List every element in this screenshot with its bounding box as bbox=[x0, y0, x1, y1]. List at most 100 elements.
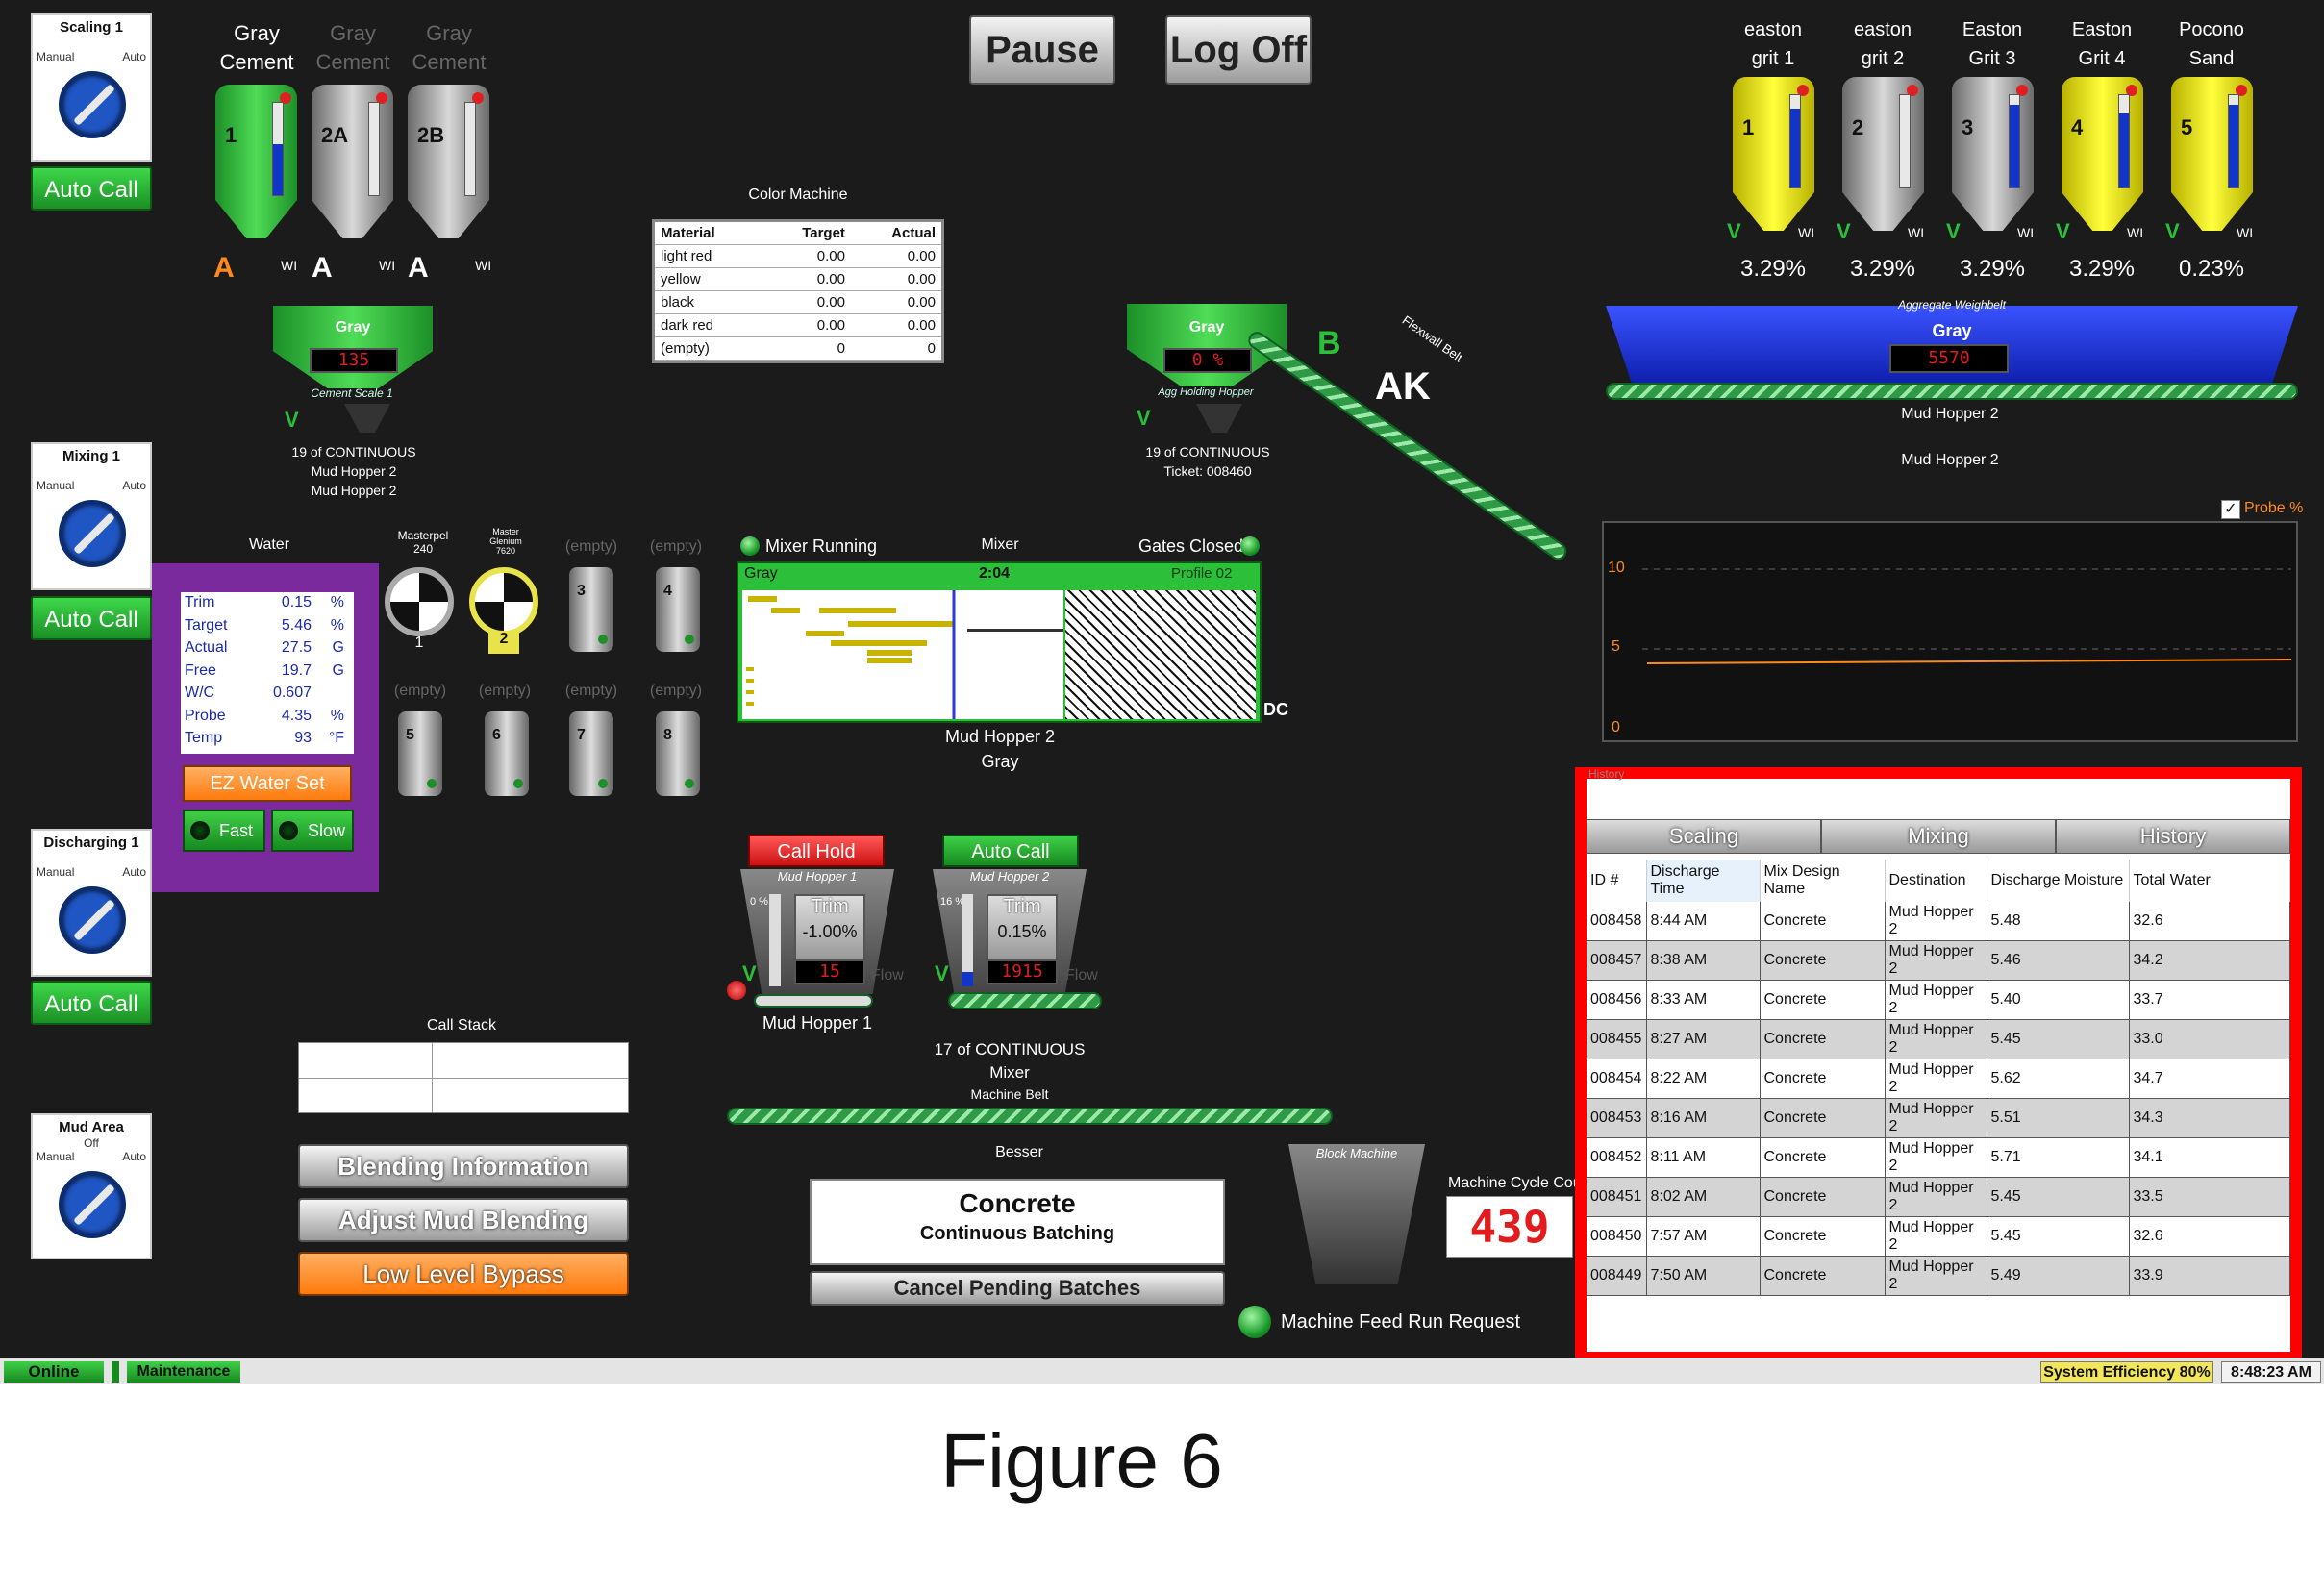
table-row[interactable]: 008451 8:02 AM Concrete Mud Hopper 2 5.45 33.… bbox=[1587, 1177, 2290, 1217]
table-cell: Concrete bbox=[1760, 1019, 1886, 1059]
timeline-bar bbox=[746, 702, 754, 706]
valve-indicator: V bbox=[1137, 406, 1151, 430]
history-tabs: Scaling Mixing History bbox=[1587, 819, 2290, 854]
blending-information-button[interactable]: Blending Information bbox=[298, 1144, 629, 1188]
column-header[interactable]: Mix Design Name bbox=[1760, 860, 1886, 902]
admix-bin-4[interactable]: 4 bbox=[656, 567, 700, 652]
column-header[interactable]: Discharge Time bbox=[1646, 860, 1761, 902]
maintenance-button[interactable]: Maintenance bbox=[127, 1361, 240, 1383]
column-header[interactable]: Destination bbox=[1885, 860, 1987, 902]
table-cell: 34.1 bbox=[2129, 1137, 2290, 1178]
admix-bin-8[interactable]: 8 bbox=[656, 711, 700, 796]
manual-label: Manual bbox=[37, 865, 75, 879]
valve-indicator: V bbox=[285, 408, 299, 432]
machine-belt[interactable] bbox=[727, 1108, 1333, 1125]
probe-chart: 10 5 0 bbox=[1602, 521, 2298, 742]
mode-selector-knob[interactable] bbox=[59, 500, 126, 567]
cement-scale-hopper[interactable] bbox=[273, 306, 433, 388]
belt-label: Flexwall Belt bbox=[1399, 312, 1466, 365]
table-row[interactable]: 008453 8:16 AM Concrete Mud Hopper 2 5.51 34.… bbox=[1587, 1098, 2290, 1138]
agg-status-line: Ticket: 008460 bbox=[1163, 463, 1252, 479]
mode-state: Off bbox=[84, 1136, 99, 1150]
hopper-2-trim-button[interactable]: Trim 0.15% bbox=[987, 894, 1058, 961]
scaling-auto-call-button[interactable]: Auto Call bbox=[31, 166, 152, 211]
timeline-bar bbox=[806, 631, 844, 636]
admix-pump-1-icon[interactable] bbox=[385, 567, 454, 636]
column-header[interactable]: Discharge Moisture bbox=[1987, 860, 2130, 902]
table-cell: Mud Hopper 2 bbox=[1885, 902, 1987, 941]
besser-batching-panel[interactable]: Concrete Continuous Batching bbox=[810, 1179, 1225, 1265]
tab-mixing[interactable]: Mixing bbox=[1821, 819, 2056, 854]
scale-value: 135 bbox=[310, 348, 398, 373]
aggregate-bin-2[interactable]: 2 bbox=[1842, 77, 1924, 240]
slow-button[interactable]: Slow bbox=[271, 810, 354, 852]
admix-bin-6[interactable]: 6 bbox=[485, 711, 529, 796]
low-level-bypass-button[interactable]: Low Level Bypass bbox=[298, 1252, 629, 1296]
table-row[interactable]: 008456 8:33 AM Concrete Mud Hopper 2 5.40 33.… bbox=[1587, 980, 2290, 1020]
adjust-mud-blending-button[interactable]: Adjust Mud Blending bbox=[298, 1198, 629, 1242]
water-readings: Trim 0.15% Target 5.46% Actual 27.5 G Free 19.7 G… bbox=[181, 592, 354, 754]
admix-bin-3[interactable]: 3 bbox=[569, 567, 613, 652]
mix-name: Gray bbox=[744, 565, 778, 582]
clock: 8:48:23 AM bbox=[2221, 1361, 2321, 1383]
hopper-2-auto-call-button[interactable]: Auto Call bbox=[942, 835, 1079, 867]
table-cell: 8:11 AM bbox=[1646, 1137, 1761, 1178]
aggregate-moisture: 3.29% bbox=[1849, 256, 1916, 282]
discharging-auto-call-button[interactable]: Auto Call bbox=[31, 981, 152, 1025]
status-light-icon bbox=[685, 635, 694, 644]
hopper-1-trim-button[interactable]: Trim -1.00% bbox=[794, 894, 865, 961]
mode-selector-knob[interactable] bbox=[59, 71, 126, 138]
cancel-pending-batches-button[interactable]: Cancel Pending Batches bbox=[810, 1271, 1225, 1306]
silo-number: 2A bbox=[321, 123, 349, 147]
mixing-auto-call-button[interactable]: Auto Call bbox=[31, 596, 152, 640]
status-light-icon bbox=[598, 635, 608, 644]
table-row: yellow 0.00 0.00 bbox=[655, 267, 941, 291]
table-cell: 33.9 bbox=[2129, 1256, 2290, 1296]
tab-history[interactable]: History bbox=[2056, 819, 2290, 854]
pause-button[interactable]: Pause bbox=[969, 15, 1115, 85]
table-cell: dark red bbox=[655, 313, 762, 337]
aggregate-bin-5[interactable]: 5 bbox=[2171, 77, 2253, 240]
table-row[interactable]: 008454 8:22 AM Concrete Mud Hopper 2 5.62 34.… bbox=[1587, 1059, 2290, 1099]
cement-silo-1[interactable]: 1 bbox=[215, 85, 297, 248]
call-stack-table[interactable] bbox=[298, 1042, 629, 1113]
table-row[interactable]: 008458 8:44 AM Concrete Mud Hopper 2 5.48 32.… bbox=[1587, 902, 2290, 941]
table-cell: 8:27 AM bbox=[1646, 1019, 1761, 1059]
column-header[interactable]: Total Water bbox=[2129, 860, 2290, 902]
mode-selector-knob[interactable] bbox=[59, 1171, 126, 1238]
ez-water-set-button[interactable]: EZ Water Set bbox=[183, 765, 352, 802]
cement-silo-2b[interactable]: 2B bbox=[408, 85, 489, 248]
auto-label: Auto bbox=[122, 865, 146, 879]
log-off-button[interactable]: Log Off bbox=[1165, 15, 1312, 85]
table-row[interactable]: 008455 8:27 AM Concrete Mud Hopper 2 5.45 33.… bbox=[1587, 1019, 2290, 1059]
aggregate-bin-1[interactable]: 1 bbox=[1733, 77, 1814, 240]
admix-pump-2-icon[interactable] bbox=[469, 567, 538, 636]
timeline-bar bbox=[748, 596, 777, 602]
aggregate-bin-3[interactable]: 3 bbox=[1952, 77, 2034, 240]
table-row[interactable]: 008449 7:50 AM Concrete Mud Hopper 2 5.49 33.… bbox=[1587, 1256, 2290, 1296]
probe-checkbox[interactable]: ✓ bbox=[2221, 500, 2240, 519]
table-cell: light red bbox=[655, 244, 762, 268]
block-machine-icon[interactable] bbox=[1288, 1144, 1425, 1284]
aggregate-bin-4[interactable]: 4 bbox=[2062, 77, 2143, 240]
silo-badge: A bbox=[408, 252, 429, 284]
reading-label: Probe bbox=[185, 707, 226, 724]
cement-silo-2a[interactable]: 2A bbox=[312, 85, 393, 248]
tab-scaling[interactable]: Scaling bbox=[1587, 819, 1821, 854]
call-hold-button[interactable]: Call Hold bbox=[748, 835, 885, 867]
mixer-cycle-panel[interactable]: Gray 2:04 Profile 02 bbox=[737, 561, 1262, 723]
bin-label: (empty) bbox=[649, 683, 703, 699]
table-row[interactable]: 008457 8:38 AM Concrete Mud Hopper 2 5.46 34.… bbox=[1587, 940, 2290, 981]
admix-bin-7[interactable]: 7 bbox=[569, 711, 613, 796]
bin-number: 1 bbox=[1742, 115, 1755, 139]
column-header[interactable]: ID # bbox=[1587, 860, 1647, 902]
fast-button[interactable]: Fast bbox=[183, 810, 265, 852]
admix-bin-5[interactable]: 5 bbox=[398, 711, 442, 796]
flow-label: Flow bbox=[1065, 967, 1098, 984]
table-row[interactable]: 008450 7:57 AM Concrete Mud Hopper 2 5.45 32.… bbox=[1587, 1216, 2290, 1257]
reading-unit: % bbox=[330, 616, 344, 634]
mode-selector-knob[interactable] bbox=[59, 886, 126, 954]
aggregate-bin-label: easton grit 2 bbox=[1853, 19, 1912, 69]
table-row[interactable]: 008452 8:11 AM Concrete Mud Hopper 2 5.71 34.… bbox=[1587, 1137, 2290, 1178]
cement-silo-label: Gray Cement bbox=[219, 21, 294, 74]
